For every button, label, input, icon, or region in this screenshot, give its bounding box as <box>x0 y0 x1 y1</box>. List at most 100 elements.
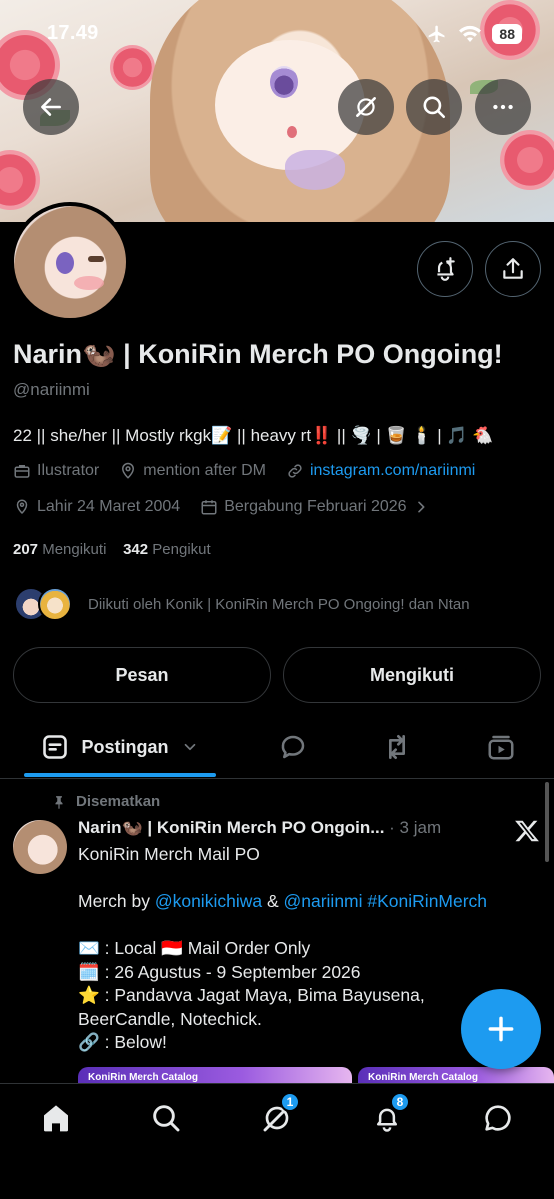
share-button[interactable] <box>485 241 541 297</box>
tab-reposts[interactable] <box>370 718 424 776</box>
arrow-left-icon <box>41 98 61 116</box>
mention-konikichiwa[interactable]: @konikichiwa <box>155 891 262 911</box>
banner-character-eye <box>270 66 298 98</box>
ampersand-text: & <box>262 891 284 911</box>
active-tab-indicator <box>24 773 216 777</box>
following-label: Mengikuti <box>42 541 107 558</box>
following-count: 207 <box>13 541 39 558</box>
rose-decoration <box>0 150 40 210</box>
nav-search[interactable] <box>141 1098 191 1138</box>
following-count-link[interactable]: 207 Mengikuti <box>13 541 106 558</box>
hashtag-konirinmerch[interactable]: #KoniRinMerch <box>367 891 487 911</box>
status-time: 17.49 <box>47 22 99 44</box>
followed-by-row[interactable]: Diikuti oleh Konik | KoniRin Merch PO On… <box>14 587 470 621</box>
x-logo-icon <box>515 820 539 842</box>
avatar-eye-closed <box>88 256 104 262</box>
notifications-badge: 8 <box>390 1092 410 1112</box>
grok-icon <box>356 97 376 117</box>
location-pin-icon <box>122 462 135 479</box>
profile-meta-row-1: Ilustrator mention after DM instagram.co… <box>13 462 475 480</box>
briefcase-icon <box>14 465 30 478</box>
post-line-title: KoniRin Merch Mail PO <box>78 844 260 864</box>
profile-category: Ilustrator <box>37 462 100 479</box>
followers-count-link[interactable]: 342 Pengikut <box>123 541 211 558</box>
followed-by-avatars <box>14 587 72 621</box>
profile-meta-row-2: Lahir 24 Maret 2004 Bergabung Februari 2… <box>13 498 429 516</box>
tab-replies[interactable] <box>266 718 320 776</box>
profile-avatar[interactable] <box>10 202 130 322</box>
chat-bubble-icon <box>485 1105 511 1131</box>
chevron-right-icon[interactable] <box>413 499 429 515</box>
compose-post-button[interactable] <box>461 989 541 1069</box>
nav-grok[interactable]: 1 <box>252 1092 302 1138</box>
followed-by-text: Diikuti oleh Konik | KoniRin Merch PO On… <box>88 595 470 613</box>
link-icon <box>288 464 302 478</box>
post-time: · 3 jam <box>389 818 442 837</box>
rose-decoration <box>500 130 554 190</box>
status-icons: 88 <box>426 24 522 44</box>
pinned-label-row: Disematkan <box>52 793 160 810</box>
bell-plus-icon <box>437 257 455 281</box>
repost-icon <box>389 735 405 759</box>
more-options-button[interactable] <box>475 79 531 135</box>
battery-indicator: 88 <box>492 24 522 44</box>
status-bar: 17.49 88 <box>0 0 554 60</box>
plus-icon <box>488 1016 514 1042</box>
grok-badge: 1 <box>280 1092 300 1112</box>
reply-bubble-icon <box>281 735 305 759</box>
chevron-down-icon <box>184 743 195 751</box>
calendar-icon <box>201 500 217 515</box>
following-button[interactable]: Mengikuti <box>283 647 541 703</box>
pinned-label: Disematkan <box>76 793 161 810</box>
tabs-divider <box>0 778 554 779</box>
grok-analyze-button[interactable] <box>338 79 394 135</box>
scrollbar[interactable] <box>545 782 549 862</box>
post-line-local: ✉️ : Local 🇮🇩 Mail Order Only <box>78 938 311 958</box>
bottom-navigation: 1 8 <box>0 1083 554 1199</box>
profile-bio: 22 || she/her || Mostly rkgk📝 || heavy r… <box>13 426 494 445</box>
search-button[interactable] <box>406 79 462 135</box>
media-play-icon <box>488 735 514 760</box>
banner-character-mouth <box>287 126 297 138</box>
search-icon <box>423 96 446 119</box>
share-icon <box>503 258 523 279</box>
profile-display-name: Narin🦦 | KoniRin Merch PO Ongoing! <box>13 339 503 369</box>
followers-label: Pengikut <box>152 541 211 558</box>
profile-handle: @nariinmi <box>13 380 90 399</box>
nav-home[interactable] <box>31 1098 81 1138</box>
post-header: Narin🦦 | KoniRin Merch PO Ongoin... · 3 … <box>78 818 441 838</box>
post-author-avatar[interactable] <box>13 820 67 874</box>
post-author-name[interactable]: Narin🦦 | KoniRin Merch PO Ongoin... <box>78 818 384 837</box>
posts-icon <box>43 735 68 759</box>
search-icon <box>153 1105 180 1132</box>
profile-website-link[interactable]: instagram.com/nariinmi <box>310 462 475 480</box>
profile-location: mention after DM <box>143 462 266 479</box>
airplane-icon <box>429 25 445 43</box>
avatar-eye <box>56 252 74 274</box>
post-line-date: 🗓️ : 26 Agustus - 9 September 2026 <box>78 961 361 982</box>
followers-count: 342 <box>123 541 149 558</box>
avatar-blush <box>74 276 104 290</box>
follow-counts: 207 Mengikuti 342 Pengikut <box>13 541 211 558</box>
tab-posts-label: Postingan <box>81 736 169 757</box>
wifi-icon <box>459 25 482 42</box>
nav-messages[interactable] <box>473 1098 523 1138</box>
post-line-merch-by: Merch by @konikichiwa & @nariinmi #KoniR… <box>78 890 538 914</box>
back-button[interactable] <box>23 79 79 135</box>
profile-birthday: Lahir 24 Maret 2004 <box>37 498 181 515</box>
mention-nariinmi[interactable]: @nariinmi <box>283 891 362 911</box>
message-button[interactable]: Pesan <box>13 647 271 703</box>
tab-media[interactable] <box>474 718 528 776</box>
profile-joined-date: Bergabung Februari 2026 <box>224 498 407 515</box>
nav-notifications[interactable]: 8 <box>362 1092 412 1138</box>
notify-bell-button[interactable] <box>417 241 473 297</box>
profile-tabs: Postingan <box>0 718 554 778</box>
tab-posts[interactable]: Postingan <box>24 718 216 776</box>
merch-by-text: Merch by <box>78 891 155 911</box>
balloon-icon <box>16 499 28 515</box>
mutual-avatar-2 <box>38 587 72 621</box>
pin-icon <box>55 795 63 809</box>
home-icon <box>44 1105 68 1132</box>
more-dots-icon <box>493 104 513 110</box>
banner-character-bow <box>285 150 345 190</box>
